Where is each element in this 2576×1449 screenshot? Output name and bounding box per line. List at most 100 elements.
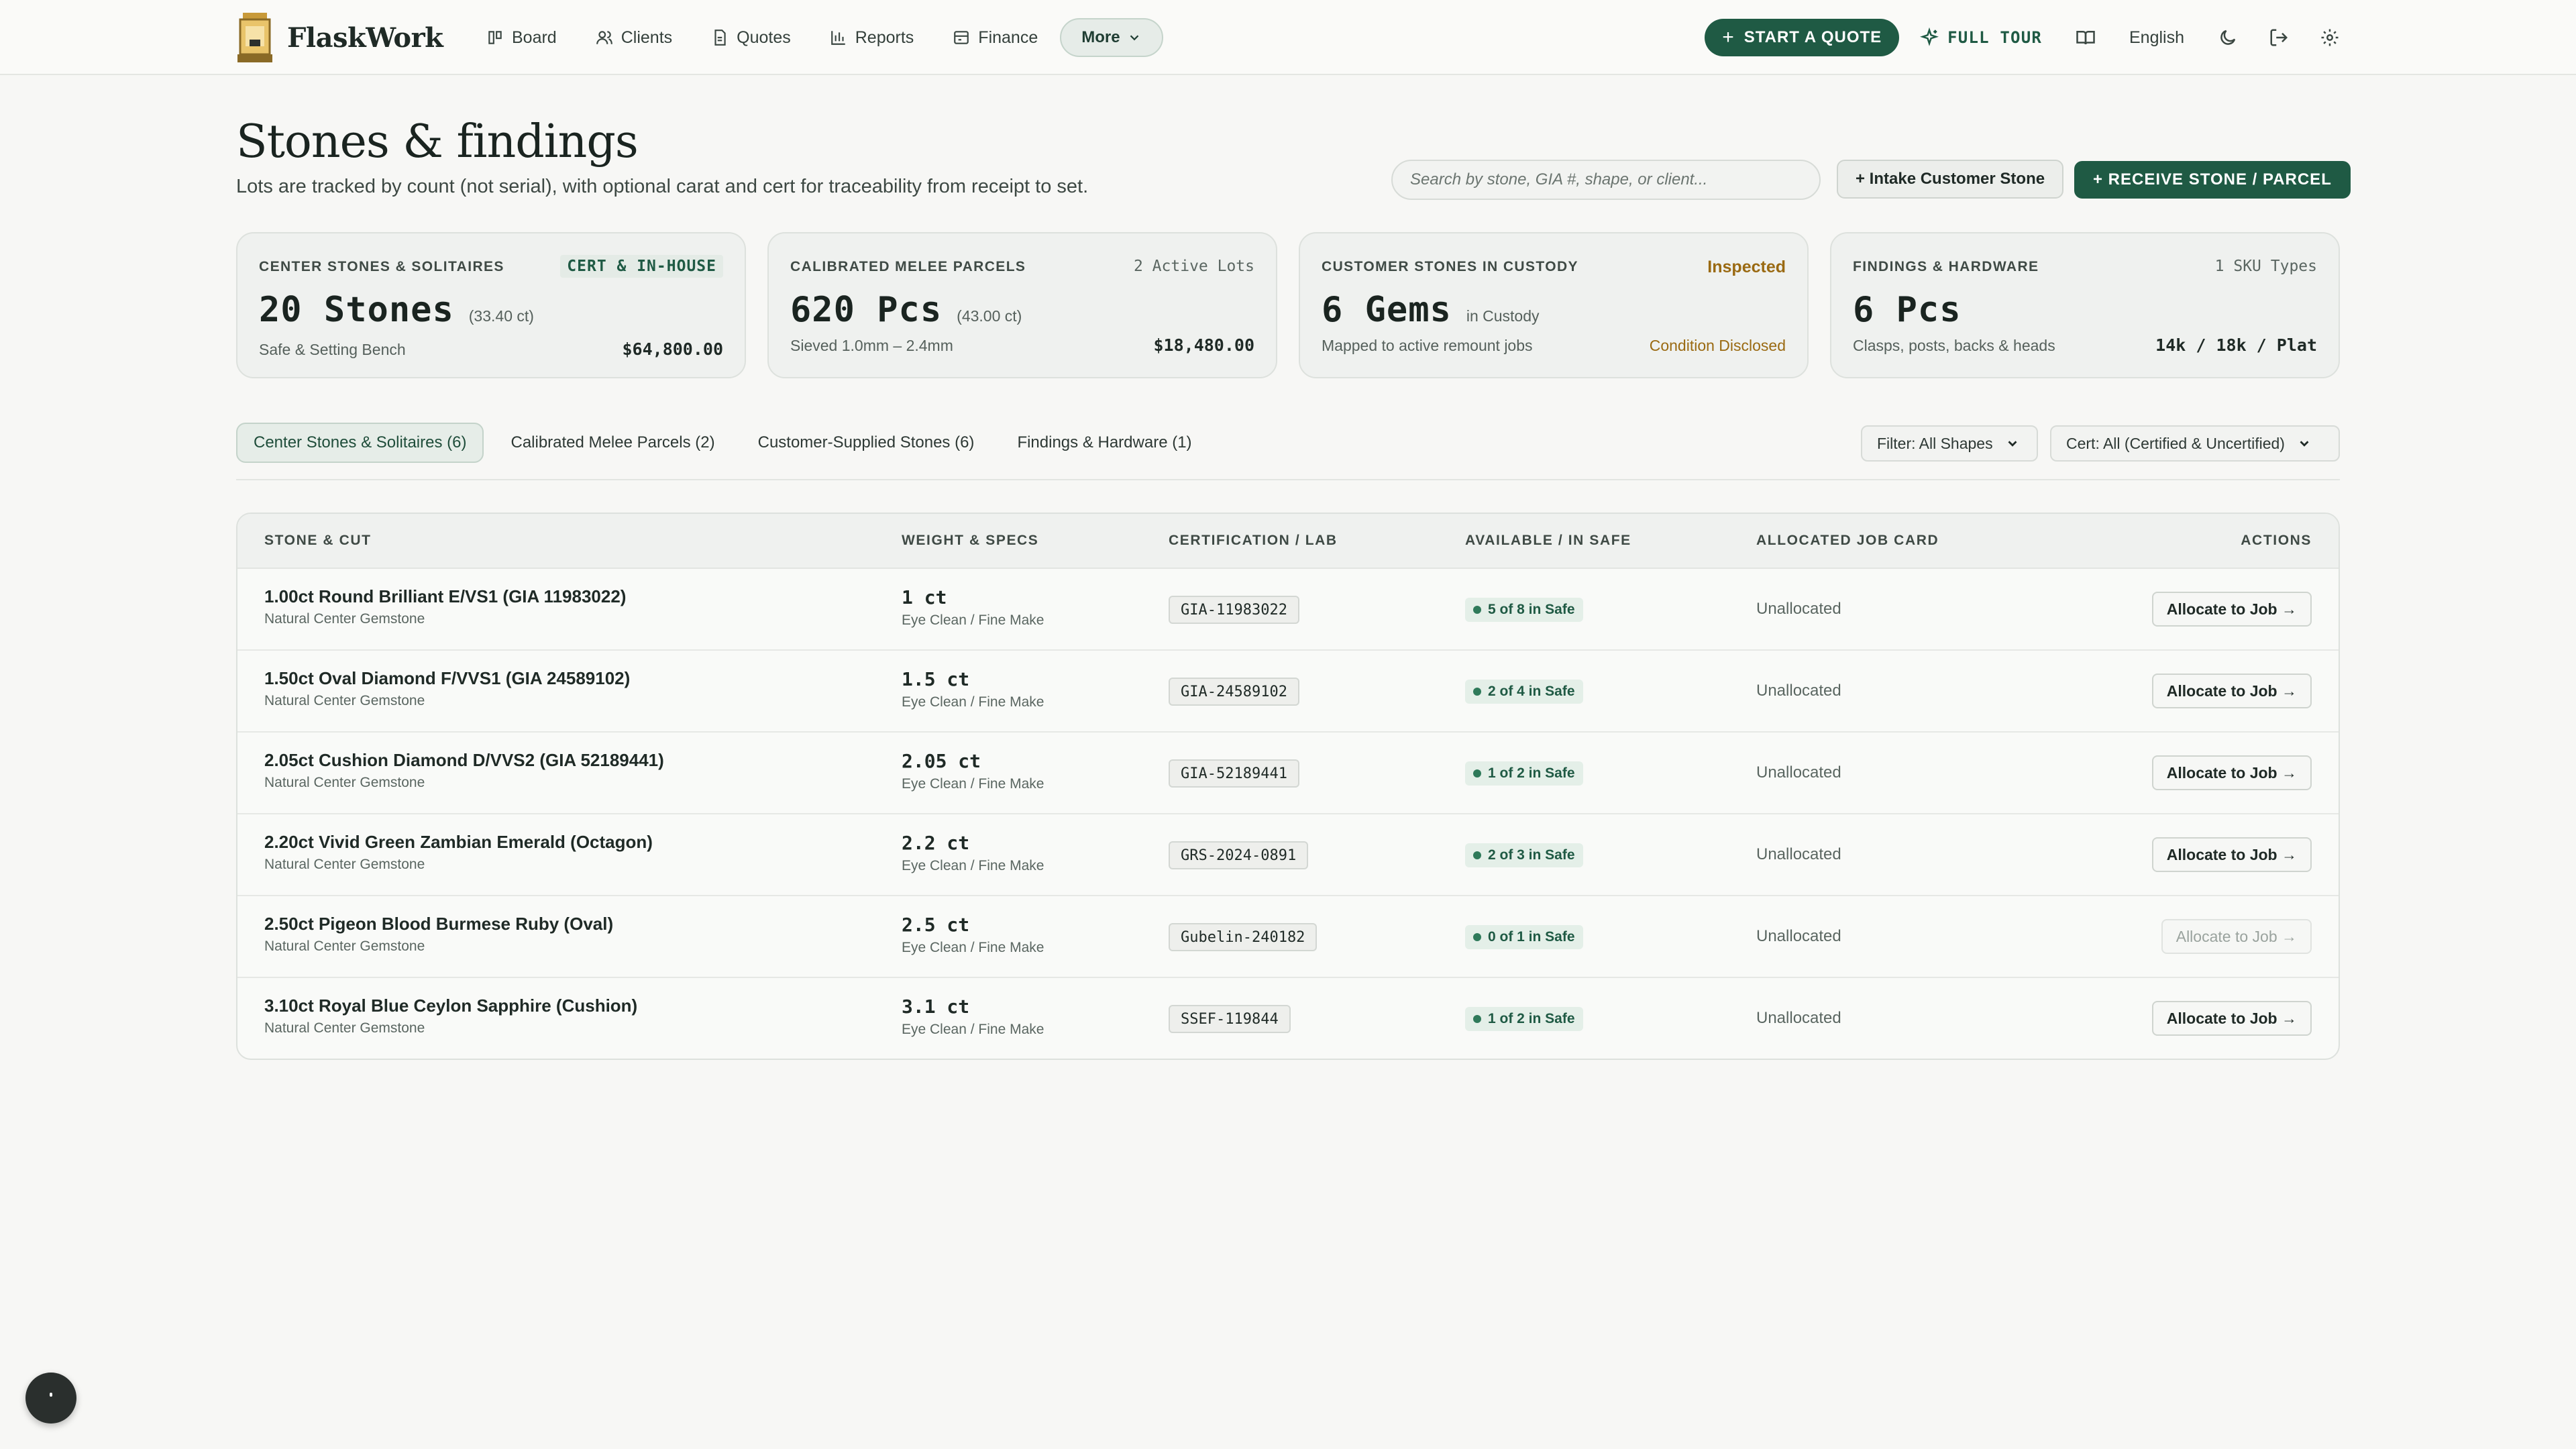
cert-cell: GIA-52189441: [1169, 759, 1299, 788]
card-value-number: 20 Stones: [259, 290, 454, 330]
stone-weight: 1.5 ct: [902, 668, 970, 690]
actions-cell: Allocate to Job →: [2151, 592, 2312, 627]
nav-reports[interactable]: Reports: [810, 17, 934, 58]
table-header: STONE & CUT WEIGHT & SPECS CERTIFICATION…: [237, 514, 2339, 569]
weight-cell: 2.5 ct Eye Clean / Fine Make: [902, 914, 1044, 956]
card-metals: 14k / 18k / Plat: [2155, 335, 2317, 355]
cert-badge: GIA-11983022: [1169, 596, 1299, 624]
weight-cell: 3.1 ct Eye Clean / Fine Make: [902, 996, 1044, 1038]
cert-badge: GRS-2024-0891: [1169, 841, 1309, 869]
availability-badge: 5 of 8 in Safe: [1465, 598, 1583, 622]
stone-weight: 2.05 ct: [902, 750, 981, 772]
tab-melee-parcels[interactable]: Calibrated Melee Parcels (2): [494, 423, 731, 463]
availability-text: 1 of 2 in Safe: [1488, 765, 1575, 781]
moon-icon[interactable]: [2218, 28, 2238, 48]
cert-filter-value: Cert: All (Certified & Uncertified): [2066, 434, 2285, 452]
book-icon[interactable]: [2076, 28, 2096, 48]
stone-name: 3.10ct Royal Blue Ceylon Sapphire (Cushi…: [264, 996, 638, 1016]
stat-card-center-stones: CENTER STONES & SOLITAIRES CERT & IN-HOU…: [236, 232, 746, 378]
cert-badge: Gubelin-240182: [1169, 923, 1318, 951]
cert-badge: GIA-24589102: [1169, 678, 1299, 706]
stone-type: Natural Center Gemstone: [264, 1020, 425, 1036]
allocated-job: Unallocated: [1756, 845, 1841, 863]
stone-name: 1.00ct Round Brilliant E/VS1 (GIA 119830…: [264, 586, 627, 606]
availability-cell: 2 of 4 in Safe: [1465, 680, 1583, 704]
stone-name: 2.05ct Cushion Diamond D/VVS2 (GIA 52189…: [264, 750, 664, 770]
stone-specs: Eye Clean / Fine Make: [902, 612, 1044, 628]
card-value: 20 Stones (33.40 ct): [259, 290, 534, 330]
card-label: FINDINGS & HARDWARE: [1853, 259, 2039, 274]
card-tag: Inspected: [1707, 258, 1786, 276]
nav-quotes-label: Quotes: [737, 28, 791, 47]
logout-icon[interactable]: [2269, 28, 2289, 48]
table-row[interactable]: 3.10ct Royal Blue Ceylon Sapphire (Cushi…: [237, 978, 2339, 1059]
allocate-to-job-button[interactable]: Allocate to Job →: [2151, 837, 2312, 872]
full-tour-label: FULL TOUR: [1947, 28, 2042, 47]
tab-findings[interactable]: Findings & Hardware (1): [1001, 423, 1208, 463]
cert-cell: GIA-11983022: [1169, 596, 1299, 624]
board-icon: [488, 31, 502, 44]
card-note: (33.40 ct): [468, 307, 534, 325]
search-input[interactable]: Search by stone, GIA #, shape, or client…: [1391, 160, 1821, 200]
full-tour-button[interactable]: FULL TOUR: [1919, 28, 2042, 48]
inventory-tabs: Center Stones & Solitaires (6) Calibrate…: [236, 423, 1219, 463]
availability-badge: 2 of 3 in Safe: [1465, 843, 1583, 867]
nav-board[interactable]: Board: [467, 17, 576, 58]
chevron-down-icon: [1130, 35, 1138, 41]
language-selector[interactable]: English: [2129, 28, 2184, 48]
chevron-down-icon: [2300, 441, 2309, 447]
stone-cell: 1.50ct Oval Diamond F/VVS1 (GIA 24589102…: [264, 668, 630, 709]
card-desc: Clasps, posts, backs & heads: [1853, 337, 2055, 354]
table-row[interactable]: 1.50ct Oval Diamond F/VVS1 (GIA 24589102…: [237, 651, 2339, 733]
shape-filter-value: Filter: All Shapes: [1877, 434, 1993, 452]
allocate-to-job-button[interactable]: Allocate to Job →: [2151, 755, 2312, 790]
availability-cell: 2 of 3 in Safe: [1465, 843, 1583, 867]
availability-cell: 1 of 2 in Safe: [1465, 1007, 1583, 1031]
allocate-to-job-button[interactable]: Allocate to Job →: [2151, 674, 2312, 708]
allocate-to-job-button[interactable]: Allocate to Job →: [2161, 919, 2312, 954]
sparkle-icon: [1920, 28, 1939, 46]
availability-text: 5 of 8 in Safe: [1488, 602, 1575, 617]
weight-cell: 1.5 ct Eye Clean / Fine Make: [902, 668, 1044, 710]
nav-quotes[interactable]: Quotes: [692, 17, 810, 58]
shape-filter-select[interactable]: Filter: All Shapes: [1861, 425, 2038, 462]
start-quote-button[interactable]: + START A QUOTE: [1705, 19, 1900, 56]
stone-cell: 3.10ct Royal Blue Ceylon Sapphire (Cushi…: [264, 996, 637, 1036]
card-amount: $64,800.00: [622, 339, 723, 359]
document-icon: [714, 30, 726, 46]
tab-customer-stones[interactable]: Customer-Supplied Stones (6): [742, 423, 991, 463]
weight-cell: 2.2 ct Eye Clean / Fine Make: [902, 832, 1044, 874]
cert-filter-select[interactable]: Cert: All (Certified & Uncertified): [2050, 425, 2340, 462]
cert-cell: Gubelin-240182: [1169, 923, 1318, 951]
card-note: in Custody: [1466, 307, 1540, 325]
table-row[interactable]: 2.20ct Vivid Green Zambian Emerald (Octa…: [237, 814, 2339, 896]
stone-specs: Eye Clean / Fine Make: [902, 694, 1044, 710]
table-row[interactable]: 2.50ct Pigeon Blood Burmese Ruby (Oval) N…: [237, 896, 2339, 978]
gear-icon[interactable]: [2320, 28, 2340, 48]
help-chat-button[interactable]: [25, 1373, 76, 1424]
allocate-to-job-button[interactable]: Allocate to Job →: [2151, 592, 2312, 627]
availability-text: 2 of 4 in Safe: [1488, 684, 1575, 699]
nav-reports-label: Reports: [855, 28, 914, 47]
table-row[interactable]: 1.00ct Round Brilliant E/VS1 (GIA 119830…: [237, 569, 2339, 651]
stone-cell: 2.50ct Pigeon Blood Burmese Ruby (Oval) N…: [264, 914, 613, 955]
nav-more-button[interactable]: More: [1060, 18, 1163, 57]
receive-stone-parcel-button[interactable]: + RECEIVE STONE / PARCEL: [2074, 161, 2351, 199]
availability-text: 2 of 3 in Safe: [1488, 847, 1575, 863]
intake-customer-stone-button[interactable]: + Intake Customer Stone: [1837, 160, 2064, 199]
nav-clients[interactable]: Clients: [576, 17, 692, 58]
allocate-to-job-button[interactable]: Allocate to Job →: [2151, 1001, 2312, 1036]
tab-center-stones[interactable]: Center Stones & Solitaires (6): [236, 423, 484, 463]
flask-logo-icon: [236, 13, 274, 62]
brand[interactable]: FlaskWork: [236, 12, 443, 63]
stone-weight: 2.2 ct: [902, 832, 970, 854]
top-navigation: FlaskWork Board Clients Quotes Reports F…: [0, 0, 2576, 75]
nav-clients-label: Clients: [621, 28, 673, 47]
column-header: STONE & CUT: [264, 533, 372, 548]
nav-finance[interactable]: Finance: [933, 17, 1057, 58]
card-value: 6 Pcs: [1853, 290, 1962, 330]
table-row[interactable]: 2.05ct Cushion Diamond D/VVS2 (GIA 52189…: [237, 733, 2339, 814]
card-condition: Condition Disclosed: [1649, 337, 1786, 354]
stone-cell: 1.00ct Round Brilliant E/VS1 (GIA 119830…: [264, 586, 626, 627]
cert-cell: GIA-24589102: [1169, 678, 1299, 706]
